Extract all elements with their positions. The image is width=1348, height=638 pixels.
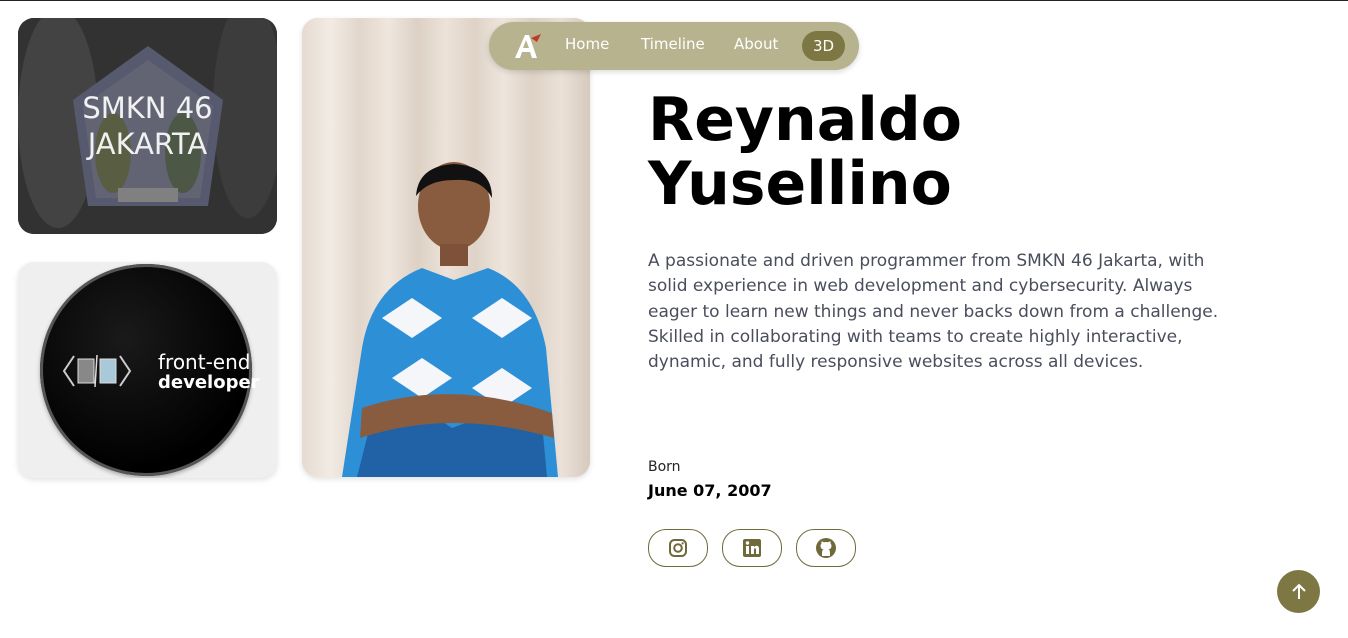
- arrow-up-icon: [1291, 583, 1306, 599]
- linkedin-icon: [743, 539, 761, 557]
- school-card: SMKN 46 JAKARTA: [18, 18, 277, 234]
- badge-circle: front-end developer: [40, 264, 260, 476]
- nav-home-link[interactable]: Home: [565, 35, 609, 53]
- nav-about-link[interactable]: About: [734, 35, 778, 53]
- linkedin-button[interactable]: [722, 529, 782, 567]
- github-button[interactable]: [796, 529, 856, 567]
- profile-name: Reynaldo Yusellino: [648, 88, 962, 216]
- instagram-button[interactable]: [648, 529, 708, 567]
- born-date: June 07, 2007: [648, 481, 772, 500]
- profile-photo: [302, 18, 590, 477]
- navbar: Home Timeline About 3D: [489, 22, 859, 70]
- name-last: Yusellino: [648, 149, 952, 219]
- scroll-to-top-button[interactable]: [1277, 570, 1320, 613]
- person-photo-illustration: [302, 18, 590, 477]
- code-brackets-icon: [62, 354, 132, 388]
- top-border: [0, 0, 1348, 1]
- 3d-mode-button[interactable]: 3D: [802, 31, 845, 61]
- badge-text-developer: developer: [158, 372, 260, 393]
- nav-timeline-link[interactable]: Timeline: [641, 35, 705, 53]
- developer-badge-card: front-end developer: [18, 262, 277, 478]
- school-title-line-1: SMKN 46: [82, 91, 213, 125]
- profile-bio: A passionate and driven programmer from …: [648, 251, 1219, 373]
- name-first: Reynaldo: [648, 85, 962, 155]
- born-label: Born: [648, 459, 681, 475]
- school-title-line-2: JAKARTA: [87, 127, 208, 161]
- school-title: SMKN 46 JAKARTA: [18, 90, 277, 162]
- stylized-a-logo-icon[interactable]: [511, 32, 543, 60]
- github-icon: [816, 538, 836, 558]
- instagram-icon: [669, 539, 687, 557]
- badge-text-front-end: front-end: [158, 350, 251, 374]
